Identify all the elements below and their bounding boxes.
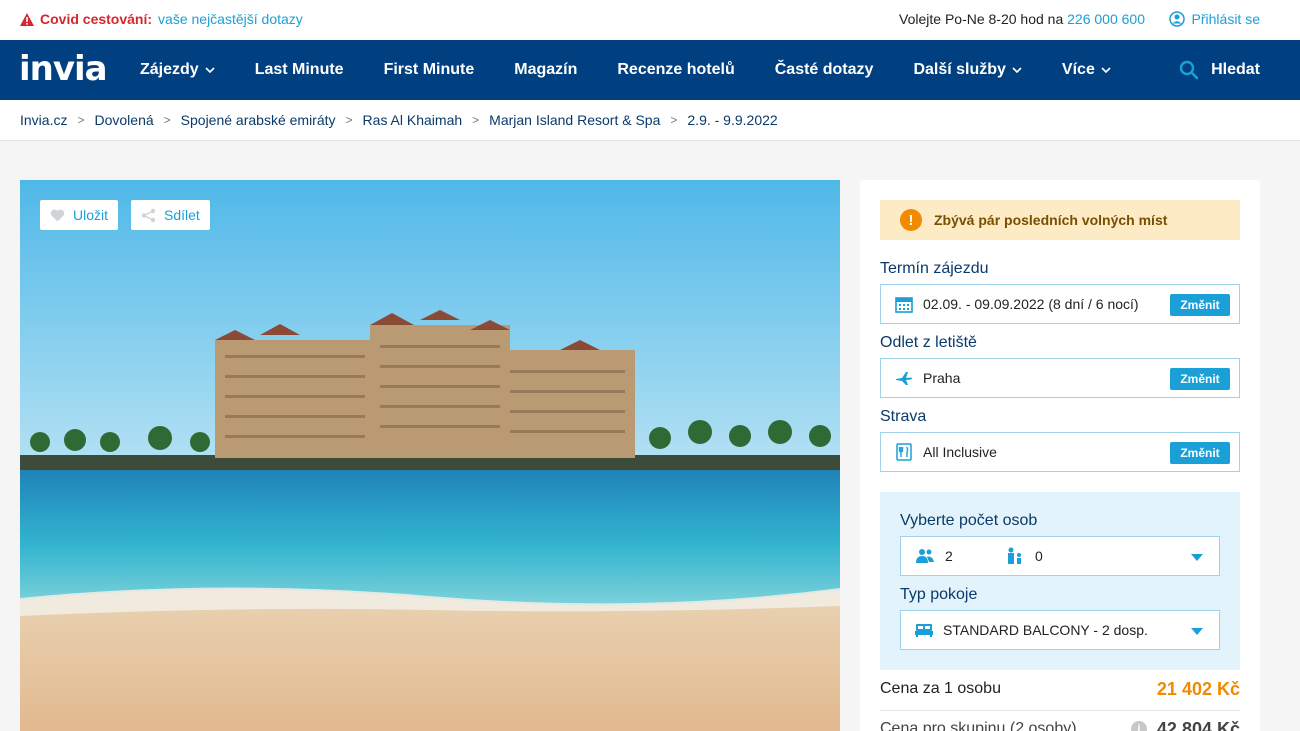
board-label: Strava (880, 408, 927, 425)
breadcrumb-item[interactable]: Dovolená (94, 112, 153, 128)
chevron-right-icon: > (163, 113, 171, 127)
nav-item-vice[interactable]: Více (1042, 40, 1131, 100)
nav-item-label: Last Minute (254, 61, 344, 78)
term-label: Termín zájezdu (880, 260, 989, 277)
change-board-button[interactable]: Změnit (1170, 442, 1230, 464)
price-per-person-label: Cena za 1 osobu (880, 680, 1001, 697)
chevron-down-icon (1012, 67, 1022, 73)
chevron-down-icon (1101, 67, 1111, 73)
nav-item-label: Recenze hotelů (617, 61, 735, 78)
nav-item-magazin[interactable]: Magazín (494, 40, 597, 100)
plane-icon (896, 372, 912, 385)
breadcrumb-item[interactable]: Spojené arabské emiráty (181, 112, 336, 128)
heart-icon (50, 209, 65, 221)
nav-item-caste-dotazy[interactable]: Časté dotazy (755, 40, 894, 100)
cutlery-icon (896, 443, 912, 461)
covid-label: Covid cestování: (40, 11, 153, 27)
search-button[interactable]: Hledat (1179, 40, 1260, 100)
availability-alert: ! Zbývá pár posledních volných míst (880, 200, 1240, 240)
nav-items: Zájezdy Last Minute First Minute Magazín… (120, 40, 1131, 100)
hotel-photo-image (20, 180, 840, 731)
phone-link[interactable]: 226 000 600 (1067, 11, 1145, 27)
persons-label: Vyberte počet osob (900, 512, 1038, 529)
persons-section: Vyberte počet osob 2 0 Typ pokoje STANDA… (880, 492, 1240, 670)
booking-panel: ! Zbývá pár posledních volných míst Term… (860, 180, 1260, 731)
nav-item-label: First Minute (383, 61, 475, 78)
breadcrumb-item[interactable]: Ras Al Khaimah (363, 112, 463, 128)
invia-logo[interactable]: invia (19, 52, 108, 86)
nav-item-last-minute[interactable]: Last Minute (235, 40, 364, 100)
top-bar: Covid cestování: vaše nejčastější dotazy… (0, 0, 1300, 40)
price-group-row: Cena pro skupinu (2 osoby) i 42 804 Kč (880, 718, 1240, 731)
nav-item-recenze[interactable]: Recenze hotelů (597, 40, 754, 100)
breadcrumb-item[interactable]: Invia.cz (20, 112, 67, 128)
term-field[interactable]: 02.09. - 09.09.2022 (8 dní / 6 nocí) Změ… (880, 284, 1240, 324)
nav-item-label: Časté dotazy (774, 61, 874, 78)
nav-item-label: Další služby (913, 61, 1006, 78)
hotel-photo[interactable]: Uložit Sdílet (20, 180, 840, 731)
child-icon (1008, 547, 1021, 564)
chevron-right-icon: > (77, 113, 85, 127)
share-icon (141, 208, 156, 222)
change-term-button[interactable]: Změnit (1170, 294, 1230, 316)
contact-info: Volejte Po-Ne 8-20 hod na 226 000 600 (899, 11, 1145, 27)
room-label: Typ pokoje (900, 586, 978, 603)
adults-count: 2 (945, 548, 953, 564)
chevron-down-icon (205, 67, 215, 73)
chevron-right-icon: > (472, 113, 480, 127)
change-airport-button[interactable]: Změnit (1170, 368, 1230, 390)
main-nav: invia Zájezdy Last Minute First Minute M… (0, 40, 1300, 100)
share-button[interactable]: Sdílet (131, 200, 210, 230)
adults-icon (916, 549, 934, 563)
persons-select[interactable]: 2 0 (900, 536, 1220, 576)
breadcrumb: Invia.cz > Dovolená > Spojené arabské emir… (0, 100, 1300, 141)
info-icon[interactable]: i (1130, 721, 1147, 731)
price-per-person-row: Cena za 1 osobu 21 402 Kč (880, 678, 1240, 700)
price-group-wrap: i 42 804 Kč (1130, 718, 1240, 731)
price-group: 42 804 Kč (1156, 718, 1240, 731)
nav-item-zajezdy[interactable]: Zájezdy (120, 40, 235, 100)
nav-item-label: Více (1061, 61, 1095, 78)
search-icon (1179, 60, 1199, 80)
breadcrumb-item-current: 2.9. - 9.9.2022 (687, 112, 778, 128)
airport-field[interactable]: Praha Změnit (880, 358, 1240, 398)
save-label: Uložit (73, 207, 109, 223)
share-label: Sdílet (164, 207, 200, 223)
nav-item-label: Magazín (514, 61, 578, 78)
contact-text: Volejte Po-Ne 8-20 hod na (899, 11, 1064, 27)
chevron-right-icon: > (345, 113, 353, 127)
nav-item-dalsi-sluzby[interactable]: Další služby (893, 40, 1041, 100)
room-value: STANDARD BALCONY - 2 dosp. (943, 622, 1148, 638)
chevron-right-icon: > (670, 113, 678, 127)
warning-icon (20, 12, 34, 26)
save-button[interactable]: Uložit (40, 200, 119, 230)
price-per-person: 21 402 Kč (1156, 678, 1240, 699)
board-field[interactable]: All Inclusive Změnit (880, 432, 1240, 472)
airport-label: Odlet z letiště (880, 334, 977, 351)
children-count: 0 (1035, 548, 1043, 564)
covid-faq-link[interactable]: vaše nejčastější dotazy (158, 11, 303, 27)
caret-down-icon (1191, 628, 1203, 635)
calendar-icon (895, 297, 913, 313)
user-icon (1168, 11, 1185, 27)
search-label: Hledat (1211, 61, 1260, 78)
nav-item-label: Zájezdy (140, 61, 199, 78)
room-select[interactable]: STANDARD BALCONY - 2 dosp. (900, 610, 1220, 650)
exclamation-icon: ! (900, 209, 922, 231)
price-group-label: Cena pro skupinu (2 osoby) (880, 720, 1077, 731)
alert-text: Zbývá pár posledních volných míst (934, 212, 1168, 228)
nav-item-first-minute[interactable]: First Minute (364, 40, 495, 100)
divider (880, 710, 1240, 711)
bed-icon (915, 624, 933, 637)
breadcrumb-item[interactable]: Marjan Island Resort & Spa (489, 112, 660, 128)
login-label: Přihlásit se (1191, 11, 1260, 27)
login-link[interactable]: Přihlásit se (1168, 11, 1260, 27)
caret-down-icon (1191, 554, 1203, 561)
covid-notice: Covid cestování: vaše nejčastější dotazy (20, 11, 303, 27)
